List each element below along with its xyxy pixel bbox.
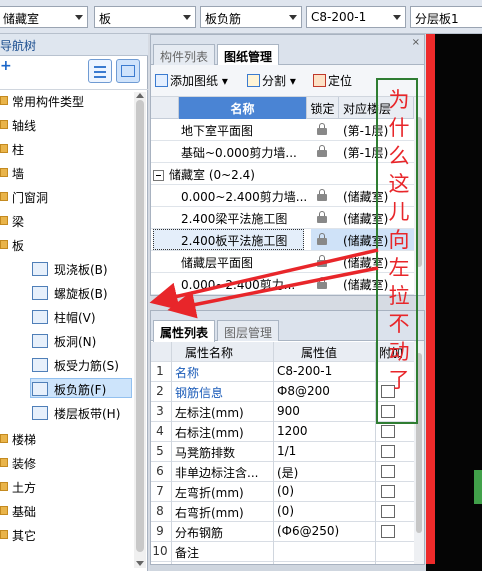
tab-drawing-management[interactable]: 图纸管理: [217, 44, 280, 66]
table-row[interactable]: 基础~0.000剪力墙... (第-1层): [151, 141, 414, 163]
layer-select-value: 分层板1: [415, 12, 459, 26]
collapse-icon[interactable]: [153, 170, 164, 181]
extra-checkbox[interactable]: [381, 505, 395, 518]
component-type-value: 板负筋: [205, 12, 242, 26]
scroll-up-icon[interactable]: [136, 93, 144, 98]
floor-select-value: 储藏室: [3, 12, 40, 26]
slab-strip-icon: [32, 406, 48, 420]
cast-slab-icon: [32, 262, 48, 276]
drawing-grid-header: 名称 锁定 对应楼层: [151, 97, 414, 119]
nav-title: 导航树: [0, 34, 148, 56]
tab-component-list[interactable]: 构件列表: [153, 44, 216, 65]
table-row[interactable]: 地下室平面图 (第-1层): [151, 119, 414, 141]
top-selector-bar: 储藏室 板 板负筋 C8-200-1 分层板1: [0, 0, 482, 34]
column-cap-icon: [32, 310, 48, 324]
split-button[interactable]: 分割 ▾: [247, 72, 296, 89]
chevron-down-icon: [393, 15, 401, 20]
folder-icon: [0, 168, 8, 177]
navigation-tree-panel: 导航树 + 常用构件类型 轴线 柱 墙 门窗洞 梁 板 现浇板(B) 螺旋板(B…: [0, 34, 148, 571]
extra-checkbox[interactable]: [381, 425, 395, 438]
spiral-slab-icon: [32, 286, 48, 300]
folder-icon: [0, 96, 8, 105]
tree-view-button[interactable]: [116, 59, 140, 83]
add-drawing-button[interactable]: 添加图纸 ▾: [155, 72, 228, 89]
add-drawing-icon: [155, 74, 168, 87]
folder-icon: [0, 506, 8, 515]
folder-icon: [0, 482, 8, 491]
annotation-green-mark: [474, 470, 482, 504]
chevron-down-icon: [289, 15, 297, 20]
negative-rebar-icon: [32, 382, 48, 396]
column-name[interactable]: 名称: [179, 97, 307, 119]
close-icon[interactable]: ×: [412, 37, 420, 48]
component-select-value: C8-200-1: [311, 10, 367, 24]
slab-hole-icon: [32, 334, 48, 348]
table-row-selected[interactable]: 2.400板平法施工图 (储藏室): [151, 229, 414, 251]
chevron-down-icon: [75, 15, 83, 20]
column-property-name: 属性名称: [185, 346, 234, 360]
folder-icon: [0, 530, 8, 539]
folder-icon: [0, 434, 8, 443]
table-row[interactable]: 2.400梁平法施工图 (储藏室): [151, 207, 414, 229]
grid-header-blank: [151, 97, 179, 119]
component-type-select[interactable]: 板负筋: [200, 6, 302, 28]
tab-layer-management[interactable]: 图层管理: [217, 320, 280, 341]
category-select[interactable]: 板: [94, 6, 196, 28]
extra-checkbox[interactable]: [381, 445, 395, 458]
extra-checkbox[interactable]: [381, 485, 395, 498]
table-row[interactable]: 0.000~2.400剪力墙... (储藏室): [151, 185, 414, 207]
column-divider: [171, 342, 172, 564]
folder-icon: [0, 216, 8, 225]
locate-icon: [313, 74, 326, 87]
category-select-value: 板: [99, 12, 112, 26]
add-icon[interactable]: +: [0, 58, 12, 74]
extra-checkbox[interactable]: [381, 465, 395, 478]
layer-select[interactable]: 分层板1: [410, 6, 482, 28]
table-group-row[interactable]: 储藏室 (0~2.4): [151, 163, 414, 185]
extra-checkbox[interactable]: [381, 525, 395, 538]
column-lock[interactable]: 锁定: [307, 97, 339, 119]
nav-scrollbar[interactable]: [134, 92, 146, 568]
tab-property-list[interactable]: 属性列表: [153, 320, 216, 342]
list-view-button[interactable]: [88, 59, 112, 83]
folder-icon: [0, 240, 8, 249]
folder-icon: [0, 192, 8, 201]
folder-icon: [0, 144, 8, 153]
column-divider: [273, 342, 274, 564]
table-row[interactable]: 储藏层平面图 (储藏室): [151, 251, 414, 273]
chevron-down-icon: [183, 15, 191, 20]
folder-icon: [0, 120, 8, 129]
locate-button[interactable]: 定位: [313, 72, 352, 89]
nav-toolbar: +: [0, 56, 148, 90]
status-strip: [150, 565, 426, 571]
annotation-text: 为什么这儿向左拉不动了: [388, 88, 410, 392]
annotation-red-bar: [426, 34, 435, 564]
split-icon: [247, 74, 260, 87]
component-select[interactable]: C8-200-1: [306, 6, 406, 28]
scroll-down-icon[interactable]: [136, 561, 144, 566]
table-row[interactable]: 0.000~2.400剪力... (储藏室): [151, 273, 414, 295]
scroll-thumb[interactable]: [136, 100, 144, 552]
folder-icon: [0, 458, 8, 467]
floor-select[interactable]: 储藏室: [0, 6, 88, 28]
view-icon: [121, 65, 135, 77]
upper-tabs: 构件列表 图纸管理 ×: [151, 35, 424, 66]
slab-rebar-icon: [32, 358, 48, 372]
